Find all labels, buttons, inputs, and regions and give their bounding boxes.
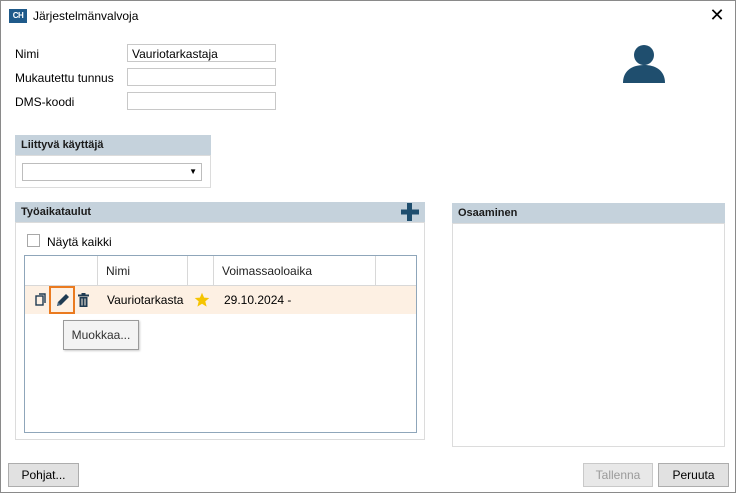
copy-icon[interactable] (35, 293, 47, 307)
title-bar: CH Järjestelmänvalvoja ✕ (1, 1, 735, 31)
column-header-validity[interactable]: Voimassaoloaika (214, 256, 376, 286)
column-header-actions (25, 256, 98, 286)
user-avatar-icon[interactable] (621, 43, 667, 83)
delete-trash-icon[interactable] (78, 293, 89, 307)
column-header-extra (376, 256, 416, 286)
dms-code-label: DMS-koodi (15, 95, 75, 109)
dialog-window: CH Järjestelmänvalvoja ✕ Nimi Vauriotark… (0, 0, 736, 493)
app-logo-icon: CH (9, 9, 27, 23)
close-icon[interactable]: ✕ (707, 4, 727, 26)
cancel-button[interactable]: Peruuta (658, 463, 729, 487)
name-field[interactable]: Vauriotarkastaja (127, 44, 276, 62)
dms-code-field[interactable] (127, 92, 276, 110)
schedule-name-cell: Vauriotarkasta (107, 293, 184, 307)
save-button[interactable]: Tallenna (583, 463, 653, 487)
schedule-validity-cell: 29.10.2024 - (224, 293, 292, 307)
edit-focus-outline (49, 286, 75, 314)
window-title: Järjestelmänvalvoja (33, 9, 139, 23)
skills-panel (452, 223, 725, 447)
column-header-name[interactable]: Nimi (98, 256, 188, 286)
custom-id-label: Mukautettu tunnus (15, 71, 114, 85)
chevron-down-icon: ▼ (189, 167, 197, 176)
linked-user-header: Liittyvä käyttäjä (15, 135, 211, 155)
show-all-checkbox[interactable] (27, 234, 40, 247)
add-schedule-icon[interactable] (399, 201, 421, 223)
linked-user-select[interactable]: ▼ (22, 163, 202, 181)
skills-header: Osaaminen (452, 203, 725, 223)
show-all-label: Näytä kaikki (47, 235, 112, 249)
templates-button[interactable]: Pohjat... (8, 463, 79, 487)
favorite-star-icon[interactable] (194, 292, 210, 308)
table-row[interactable]: Vauriotarkasta 29.10.2024 - (25, 286, 416, 314)
name-label: Nimi (15, 47, 39, 61)
schedules-header: Työaikataulut (15, 202, 425, 222)
edit-tooltip: Muokkaa... (63, 320, 139, 350)
column-header-favorite (188, 256, 214, 286)
custom-id-field[interactable] (127, 68, 276, 86)
